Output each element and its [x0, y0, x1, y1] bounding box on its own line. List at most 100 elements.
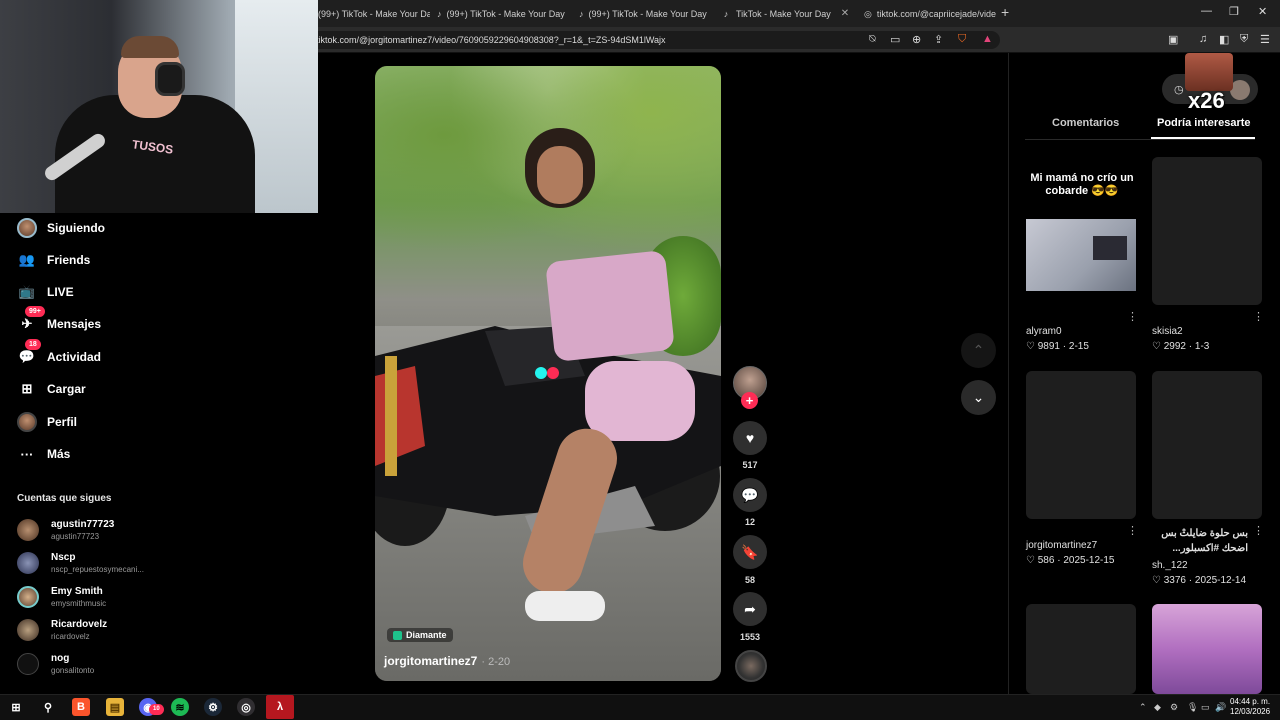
restore-button[interactable]: ❐: [1229, 5, 1239, 18]
share-icon[interactable]: ⇪: [934, 33, 943, 46]
card-username[interactable]: sh._122: [1152, 560, 1188, 571]
volume-icon[interactable]: 🔊: [1215, 702, 1226, 713]
brave-shield-icon[interactable]: ⛉: [958, 33, 966, 46]
account-name: Nscp: [51, 551, 76, 563]
emote-count: x26: [1188, 88, 1225, 113]
steam-tray-icon[interactable]: ⚙: [1170, 702, 1178, 713]
card-date: 2-15: [1068, 341, 1089, 352]
tab-podria-interesarte[interactable]: Podría interesarte: [1157, 117, 1251, 129]
following-account[interactable]: agustin77723 agustin77723: [17, 515, 114, 545]
video-author[interactable]: jorgitomartinez7 · 2-20: [384, 654, 510, 668]
install-app-icon[interactable]: ▭: [890, 33, 900, 46]
search-icon[interactable]: ⚲: [39, 698, 57, 716]
following-account[interactable]: Ricardovelz ricardovelz: [17, 615, 107, 645]
following-account[interactable]: Nscp nscp_repuestosymecani...: [17, 548, 144, 578]
nav-perfil[interactable]: Perfil: [17, 410, 77, 434]
display-tray-icon[interactable]: ▭: [1201, 702, 1210, 713]
loading-dot-cyan: [535, 367, 547, 379]
following-account[interactable]: nog gonsalitonto: [17, 649, 94, 679]
video-card[interactable]: [1152, 371, 1262, 519]
browser-tab[interactable]: ♪(99+) TikTok - Make Your Day✕: [579, 0, 715, 27]
browser-tab[interactable]: ♪(99+) TikTok - Make Your Day✕: [437, 0, 573, 27]
nav-label: Siguiendo: [47, 221, 105, 235]
video-player[interactable]: Diamante jorgitomartinez7 · 2-20: [375, 66, 721, 681]
app-icon-red[interactable]: λ: [266, 695, 294, 719]
browser-tab[interactable]: ◎ tiktok.com/@capriicejade/vide: [864, 0, 996, 27]
video-card[interactable]: [1152, 157, 1262, 305]
steam-icon[interactable]: ⚙: [204, 698, 222, 716]
discord-icon[interactable]: ◉ 10: [139, 698, 164, 716]
new-tab-button[interactable]: +: [1001, 4, 1009, 20]
more-options-icon[interactable]: ⋮: [1127, 524, 1138, 537]
windows-start-icon[interactable]: ⊞: [7, 698, 25, 716]
zoom-icon[interactable]: ⊕: [912, 33, 921, 46]
music-icon[interactable]: ♫: [1199, 33, 1207, 45]
card-likes: 2992: [1163, 341, 1186, 352]
author-name[interactable]: jorgitomartinez7: [384, 654, 477, 668]
previous-video-button[interactable]: ⌃: [961, 333, 996, 368]
translate-icon[interactable]: ⍉: [869, 33, 876, 46]
nav-label: Más: [47, 447, 71, 461]
discord-badge: 10: [149, 704, 164, 715]
chevron-up-icon: ⌃: [972, 342, 985, 358]
nav-actividad[interactable]: 💬 18 Actividad: [17, 339, 101, 369]
obs-icon[interactable]: ◎: [237, 698, 255, 716]
menu-icon[interactable]: ☰: [1260, 33, 1270, 46]
webcam-overlay: TUSOS: [0, 0, 318, 213]
video-card[interactable]: [1152, 604, 1262, 694]
video-date: 2-20: [488, 656, 511, 668]
next-video-button[interactable]: ⌄: [961, 380, 996, 415]
tray-expand-icon[interactable]: ⌃: [1139, 702, 1147, 713]
tray-app-icon[interactable]: ◆: [1154, 702, 1161, 713]
video-card[interactable]: [1026, 371, 1136, 519]
nav-cargar[interactable]: ⊞ Cargar: [17, 377, 86, 401]
browser-tab[interactable]: (99+) TikTok - Make Your Day✕: [318, 0, 430, 27]
card-likes: 3376: [1163, 575, 1186, 586]
person-shoe: [525, 591, 605, 621]
brave-rewards-icon[interactable]: ▲: [982, 33, 993, 45]
brave-browser-icon[interactable]: B: [72, 698, 90, 716]
vpn-shield-icon[interactable]: ⛨: [1240, 33, 1248, 46]
activity-icon: 💬 18: [17, 339, 41, 367]
nav-friends[interactable]: 👥 Friends: [17, 248, 90, 272]
share-button[interactable]: ➦: [733, 592, 767, 626]
avatar: [17, 653, 39, 675]
card-caption: Mi mamá no crío un cobarde 😎😎: [1030, 172, 1134, 197]
file-explorer-icon[interactable]: ▤: [106, 698, 124, 716]
nav-mas[interactable]: ··· Más: [17, 442, 71, 466]
heart-outline-icon: ♡: [1152, 575, 1164, 586]
card-username[interactable]: jorgitomartinez7: [1026, 540, 1097, 551]
browser-tab[interactable]: ♪ TikTok - Make Your Day ✕: [721, 0, 857, 27]
nav-mensajes[interactable]: ✈ 99+ Mensajes: [17, 306, 101, 336]
tab-comentarios[interactable]: Comentarios: [1052, 117, 1119, 129]
account-name: nog: [51, 652, 70, 664]
following-account[interactable]: Emy Smith emysmithmusic: [17, 582, 106, 612]
minimize-button[interactable]: —: [1201, 5, 1212, 17]
comment-button[interactable]: 💬: [733, 478, 767, 512]
following-section-title: Cuentas que sigues: [17, 493, 112, 504]
card-username[interactable]: skisia2: [1152, 326, 1183, 337]
nav-siguiendo[interactable]: Siguiendo: [17, 216, 105, 240]
more-options-icon[interactable]: ⋮: [1253, 310, 1264, 323]
microphone-tray-icon[interactable]: 🎙: [1187, 702, 1198, 713]
card-date: 2025-12-15: [1063, 555, 1115, 566]
window-close-button[interactable]: ✕: [1258, 5, 1267, 18]
more-options-icon[interactable]: ⋮: [1127, 310, 1138, 323]
music-disc[interactable]: [735, 650, 767, 682]
sidebar-toggle-icon[interactable]: ▣: [1168, 33, 1178, 46]
spotify-icon[interactable]: ≋: [171, 698, 189, 716]
card-username[interactable]: alyram0: [1026, 326, 1062, 337]
person-top: [545, 250, 675, 362]
clock-time: 04:44 p. m.: [1230, 697, 1271, 706]
split-view-icon[interactable]: ◧: [1219, 33, 1229, 46]
save-button[interactable]: 🔖: [733, 535, 767, 569]
close-icon[interactable]: ✕: [841, 8, 849, 19]
more-icon: ···: [20, 446, 34, 462]
follow-button[interactable]: +: [741, 392, 758, 409]
video-card[interactable]: [1026, 604, 1136, 694]
upload-icon: ⊞: [21, 381, 33, 396]
like-button[interactable]: ♥: [733, 421, 767, 455]
taskbar-clock[interactable]: 04:44 p. m. 12/03/2026: [1230, 697, 1270, 717]
nav-live[interactable]: 📺 LIVE: [17, 280, 74, 304]
more-options-icon[interactable]: ⋮: [1253, 524, 1264, 537]
